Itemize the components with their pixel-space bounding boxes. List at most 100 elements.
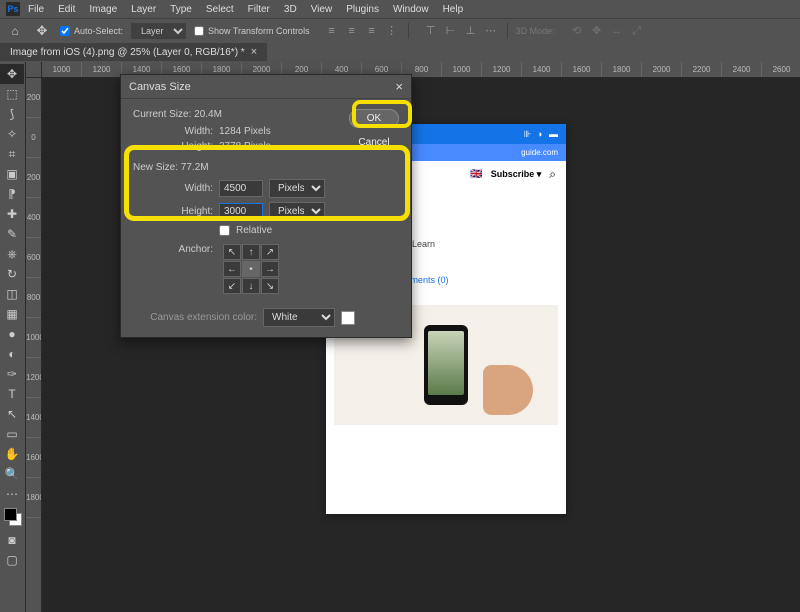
eraser-tool[interactable]: ◫	[0, 284, 24, 304]
3d-pan-icon: ✥	[589, 23, 605, 39]
flag-icon: 🇬🇧	[470, 169, 482, 180]
extension-color-chip[interactable]	[341, 311, 355, 325]
subscribe-link: Subscribe ▾	[491, 169, 542, 180]
crop-tool[interactable]: ⌗	[0, 144, 24, 164]
menu-image[interactable]: Image	[83, 2, 123, 17]
edit-toolbar[interactable]: ⋯	[0, 484, 24, 504]
menu-plugins[interactable]: Plugins	[340, 2, 385, 17]
cell-icon: ⊪	[524, 129, 532, 140]
anchor-widget[interactable]: ↖↑↗ ←•→ ↙↓↘	[223, 244, 279, 294]
menu-layer[interactable]: Layer	[125, 2, 162, 17]
extension-color-label: Canvas extension color:	[133, 312, 263, 323]
3d-orbit-icon: ⟲	[569, 23, 585, 39]
dialog-titlebar[interactable]: Canvas Size ×	[121, 75, 411, 99]
gradient-tool[interactable]: ▦	[0, 304, 24, 324]
align-center-icon[interactable]: ≡	[344, 23, 360, 39]
document-tabs: Image from iOS (4).png @ 25% (Layer 0, R…	[0, 42, 800, 62]
cancel-button[interactable]: Cancel	[349, 134, 399, 151]
history-brush-tool[interactable]: ↻	[0, 264, 24, 284]
close-tab-icon[interactable]: ×	[251, 46, 257, 58]
frame-tool[interactable]: ▣	[0, 164, 24, 184]
align-top-icon[interactable]: ⊤	[423, 23, 439, 39]
current-height-label: Height:	[133, 141, 219, 152]
path-tool[interactable]: ↖	[0, 404, 24, 424]
new-width-label: Width:	[133, 183, 219, 194]
menu-help[interactable]: Help	[437, 2, 470, 17]
move-tool[interactable]: ✥	[0, 64, 24, 84]
wifi-icon: ◗	[538, 129, 543, 139]
canvas-size-dialog: Canvas Size × OK Cancel Current Size: 20…	[120, 74, 412, 338]
pen-tool[interactable]: ✑	[0, 364, 24, 384]
align-mid-icon[interactable]: ⊢	[443, 23, 459, 39]
search-icon: ⌕	[549, 167, 556, 182]
blur-tool[interactable]: ●	[0, 324, 24, 344]
eyedropper-tool[interactable]: ⁋	[0, 184, 24, 204]
auto-select-target[interactable]: Layer	[131, 23, 186, 39]
hand-tool[interactable]: ✋	[0, 444, 24, 464]
current-height-value: 2778 Pixels	[219, 141, 271, 152]
options-bar: ⌂ ✥ Auto-Select: Layer Show Transform Co…	[0, 18, 800, 42]
move-tool-icon[interactable]: ✥	[32, 23, 52, 39]
current-width-value: 1284 Pixels	[219, 126, 271, 137]
dialog-title: Canvas Size	[129, 81, 191, 93]
auto-select-toggle[interactable]: Auto-Select:	[60, 26, 123, 36]
height-unit-select[interactable]: Pixels	[269, 202, 325, 221]
show-transform-label: Show Transform Controls	[208, 26, 310, 36]
foreground-color[interactable]	[4, 508, 17, 521]
extension-color-select[interactable]: White	[263, 308, 335, 327]
heal-tool[interactable]: ✚	[0, 204, 24, 224]
menu-type[interactable]: Type	[164, 2, 198, 17]
relative-label: Relative	[236, 225, 272, 236]
menu-select[interactable]: Select	[200, 2, 240, 17]
shape-tool[interactable]: ▭	[0, 424, 24, 444]
wand-tool[interactable]: ✧	[0, 124, 24, 144]
show-transform-checkbox[interactable]	[194, 26, 204, 36]
menu-3d[interactable]: 3D	[278, 2, 303, 17]
lasso-tool[interactable]: ⟆	[0, 104, 24, 124]
menu-bar: Ps File Edit Image Layer Type Select Fil…	[0, 0, 800, 18]
align-bot-icon[interactable]: ⊥	[463, 23, 479, 39]
3d-scale-icon: ⤢	[629, 23, 645, 39]
width-unit-select[interactable]: Pixels	[269, 179, 325, 198]
stamp-tool[interactable]: ⎈	[0, 244, 24, 264]
zoom-tool[interactable]: 🔍	[0, 464, 24, 484]
new-height-label: Height:	[133, 206, 219, 217]
align-left-icon[interactable]: ≡	[324, 23, 340, 39]
marquee-tool[interactable]: ⬚	[0, 84, 24, 104]
app-logo[interactable]: Ps	[6, 2, 20, 16]
show-transform-toggle[interactable]: Show Transform Controls	[194, 26, 310, 36]
menu-filter[interactable]: Filter	[242, 2, 276, 17]
document-tab-title: Image from iOS (4).png @ 25% (Layer 0, R…	[10, 47, 245, 58]
quickmask-toggle[interactable]: ◙	[0, 530, 24, 550]
dodge-tool[interactable]: ◐	[0, 344, 24, 364]
vertical-ruler[interactable]: 200020040060080010001200140016001800	[26, 78, 42, 612]
separator	[507, 23, 508, 39]
close-icon[interactable]: ×	[395, 79, 403, 94]
new-size-label: New Size: 77.2M	[133, 162, 399, 173]
document-tab[interactable]: Image from iOS (4).png @ 25% (Layer 0, R…	[0, 43, 267, 61]
type-tool[interactable]: T	[0, 384, 24, 404]
new-height-input[interactable]	[219, 203, 263, 220]
battery-icon: ▬	[549, 129, 558, 139]
brush-tool[interactable]: ✎	[0, 224, 24, 244]
more-icon[interactable]: ⋯	[483, 23, 499, 39]
relative-checkbox[interactable]	[219, 225, 230, 236]
auto-select-label: Auto-Select:	[74, 26, 123, 36]
current-width-label: Width:	[133, 126, 219, 137]
menu-file[interactable]: File	[22, 2, 50, 17]
ruler-origin[interactable]	[26, 62, 42, 78]
menu-view[interactable]: View	[305, 2, 339, 17]
ok-button[interactable]: OK	[349, 109, 399, 128]
3d-slide-icon: ↔	[609, 23, 625, 39]
auto-select-checkbox[interactable]	[60, 26, 70, 36]
separator	[408, 23, 409, 39]
screenmode-toggle[interactable]: ▢	[0, 550, 24, 570]
menu-edit[interactable]: Edit	[52, 2, 81, 17]
color-swatches[interactable]	[4, 508, 22, 526]
new-width-input[interactable]	[219, 180, 263, 197]
align-right-icon[interactable]: ≡	[364, 23, 380, 39]
home-icon[interactable]: ⌂	[6, 23, 24, 39]
menu-window[interactable]: Window	[387, 2, 435, 17]
distribute-icon[interactable]: ⋮	[384, 23, 400, 39]
3d-mode-label: 3D Mode:	[516, 26, 555, 36]
